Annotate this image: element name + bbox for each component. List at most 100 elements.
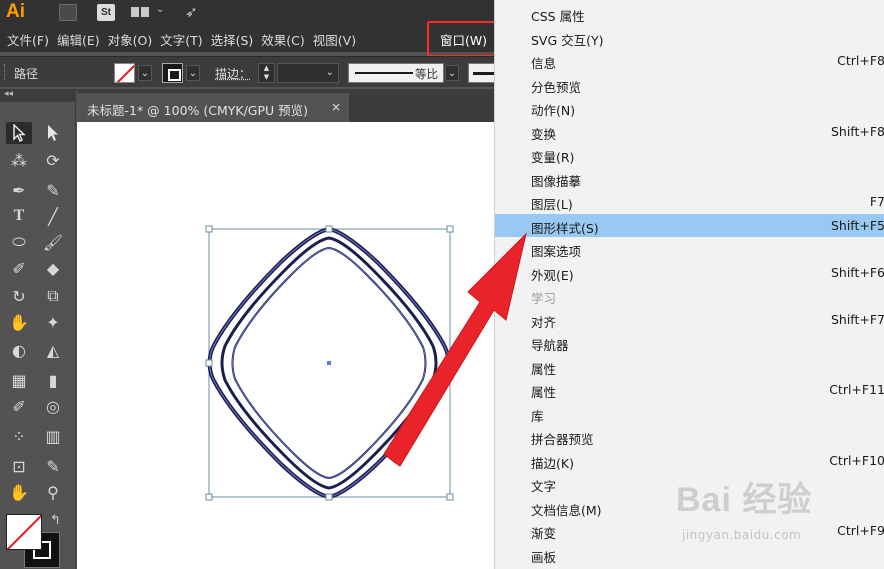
window-menu-item[interactable]: 动作(N) (495, 96, 884, 120)
curvature-tool-icon[interactable]: ✎ (40, 179, 66, 201)
menu-item-label: 图层(L) (531, 197, 573, 212)
watermark-logo: Bai 经验 (676, 481, 813, 519)
fill-dropdown-chevron-icon[interactable]: ⌄ (138, 65, 152, 81)
arrange-documents-icon[interactable] (131, 4, 151, 21)
menu-effect[interactable]: 效果(C) (258, 30, 309, 49)
fill-color-swatch[interactable] (114, 63, 135, 83)
selection-type-label: 路径 (14, 67, 39, 81)
menu-item-label: 动作(N) (531, 103, 576, 118)
stock-button[interactable]: St (97, 4, 115, 21)
window-menu-item: 学习 (495, 284, 884, 308)
scale-tool-icon[interactable]: ⧉ (40, 285, 66, 307)
window-menu-item[interactable]: SVG 交互(Y) (495, 26, 884, 50)
perspective-grid-tool-icon[interactable]: ◭ (40, 339, 66, 361)
variable-width-profile[interactable]: 等比 (348, 63, 444, 83)
artboard-tool-icon[interactable]: ⊡ (6, 455, 32, 477)
menu-bar: 文件(F) 编辑(E) 对象(O) 文字(T) 选择(S) 效果(C) 视图(V… (0, 26, 500, 52)
stroke-color-swatch[interactable] (162, 63, 183, 83)
menu-type[interactable]: 文字(T) (157, 30, 207, 49)
menu-item-label: 变量(R) (531, 150, 575, 165)
blend-tool-icon[interactable]: ◎ (40, 395, 66, 417)
stroke-weight-field[interactable]: ⌄ (277, 63, 339, 83)
window-menu-item[interactable]: 分色预览 (495, 73, 884, 97)
menu-item-label: SVG 交互(Y) (531, 32, 604, 48)
tools-panel: ◂◂ ⁂ ⟳ ✒ ✎ T ╱ ⬭ 🖌 ✐ ◆ ↻ ⧉ ✋ ✦ ◐ ◭ ▦ ▮ ✐… (0, 89, 76, 569)
gpu-performance-icon[interactable]: ➶ (185, 3, 198, 21)
window-menu-item[interactable]: 拼合器预览 (495, 425, 884, 449)
zoom-tool-icon[interactable]: ⚲ (40, 481, 66, 503)
close-icon[interactable]: × (331, 100, 341, 114)
warp-tool-icon[interactable]: ✋ (6, 311, 32, 333)
window-menu-item[interactable]: 图案选项 (495, 237, 884, 261)
window-menu-item[interactable]: 信息 Ctrl+F8 (495, 49, 884, 73)
stroke-spinner[interactable]: ▲ ▼ (258, 63, 275, 83)
direct-selection-tool-icon[interactable] (40, 122, 66, 144)
symbol-sprayer-tool-icon[interactable]: ⁘ (6, 425, 32, 447)
menu-window[interactable]: 窗口(W) (427, 21, 500, 57)
menu-item-label: 拼合器预览 (531, 432, 594, 447)
chevron-down-icon[interactable]: ⌄ (156, 4, 164, 15)
annotation-arrow (383, 232, 527, 467)
illustrator-window: Ai St ⌄ ➶ 文件(F) 编辑(E) 对象(O) 文字(T) 选择(S) … (0, 0, 884, 569)
magic-wand-tool-icon[interactable]: ⁂ (6, 149, 32, 171)
handle-bottom-right (446, 493, 454, 501)
document-tab[interactable]: 未标题-1* @ 100% (CMYK/GPU 预览) × (77, 93, 349, 122)
document-tab-bar: 未标题-1* @ 100% (CMYK/GPU 预览) × (77, 89, 500, 122)
chevron-down-icon[interactable]: ⌄ (326, 67, 334, 78)
menu-item-shortcut: Ctrl+F11 (829, 382, 884, 397)
menu-object[interactable]: 对象(O) (105, 30, 158, 49)
window-menu-item[interactable]: 描边(K) Ctrl+F10 (495, 449, 884, 473)
gradient-tool-icon[interactable]: ▮ (40, 369, 66, 391)
window-menu-item[interactable]: 变换 Shift+F8 (495, 120, 884, 144)
pen-tool-icon[interactable]: ✒ (6, 179, 32, 201)
shaper-tool-icon[interactable]: ✐ (6, 257, 32, 279)
window-menu-item[interactable]: 属性 Ctrl+F11 (495, 378, 884, 402)
window-menu-item[interactable]: 图形样式(S) Shift+F5 (495, 213, 884, 237)
eraser-tool-icon[interactable]: ◆ (40, 257, 66, 279)
slice-tool-icon[interactable]: ✎ (40, 455, 66, 477)
collapse-icon[interactable]: ◂◂ (4, 89, 13, 99)
hand-tool-icon[interactable]: ✋ (6, 481, 32, 503)
fill-swatch[interactable] (6, 514, 42, 550)
rotate-tool-icon[interactable]: ↻ (6, 285, 32, 307)
shape-builder-tool-icon[interactable]: ◐ (6, 339, 32, 361)
menu-file[interactable]: 文件(F) (4, 30, 54, 49)
window-menu-item[interactable]: 库 (495, 402, 884, 426)
eyedropper-tool-icon[interactable]: ✐ (6, 395, 32, 417)
window-menu-item[interactable]: 对齐 Shift+F7 (495, 308, 884, 332)
puppet-warp-tool-icon[interactable]: ✦ (40, 311, 66, 333)
window-menu-item[interactable]: 外观(E) Shift+F6 (495, 261, 884, 285)
window-menu-item[interactable]: 导航器 (495, 331, 884, 355)
window-menu-item[interactable]: 属性 (495, 355, 884, 379)
watermark: Bai 经验 jingyan.baidu.com (676, 472, 884, 562)
menu-edit[interactable]: 编辑(E) (54, 30, 105, 49)
window-menu-item[interactable]: CSS 属性 (495, 2, 884, 26)
app-logo: Ai (6, 1, 25, 22)
menu-view[interactable]: 视图(V) (310, 30, 361, 49)
selection-tool-icon[interactable] (6, 122, 32, 144)
swap-fill-stroke-icon[interactable]: ↰ (50, 513, 61, 528)
bridge-icon[interactable] (59, 4, 77, 21)
stroke-dropdown-chevron-icon[interactable]: ⌄ (186, 65, 200, 81)
lasso-tool-icon[interactable]: ⟳ (40, 149, 66, 171)
window-menu-item[interactable]: 图像描摹 (495, 167, 884, 191)
menu-item-label: 文档信息(M) (531, 502, 602, 518)
type-tool-icon[interactable]: T (6, 205, 32, 227)
line-segment-tool-icon[interactable]: ╱ (40, 205, 66, 227)
profile-chevron-icon[interactable]: ⌄ (445, 65, 459, 81)
tools-panel-header: ◂◂ (0, 89, 76, 102)
window-menu-item[interactable]: 变量(R) (495, 143, 884, 167)
control-bar: 路径 ⌄ ⌄ 描边： ▲ ▼ ⌄ 等比 ⌄ (0, 56, 508, 87)
column-graph-tool-icon[interactable]: ▥ (40, 425, 66, 447)
window-menu-item[interactable]: 图层(L) F7 (495, 190, 884, 214)
menu-item-label: 分色预览 (531, 79, 582, 95)
stroke-label[interactable]: 描边： (215, 65, 251, 82)
menu-item-shortcut: Shift+F7 (830, 311, 884, 327)
mesh-tool-icon[interactable]: ▦ (6, 369, 32, 391)
grip-handle[interactable] (4, 64, 7, 80)
paintbrush-tool-icon[interactable]: 🖌 (40, 231, 66, 253)
handle-bottom (325, 493, 333, 501)
menu-select[interactable]: 选择(S) (208, 30, 259, 49)
center-point (327, 361, 331, 365)
ellipse-tool-icon[interactable]: ⬭ (6, 231, 32, 253)
